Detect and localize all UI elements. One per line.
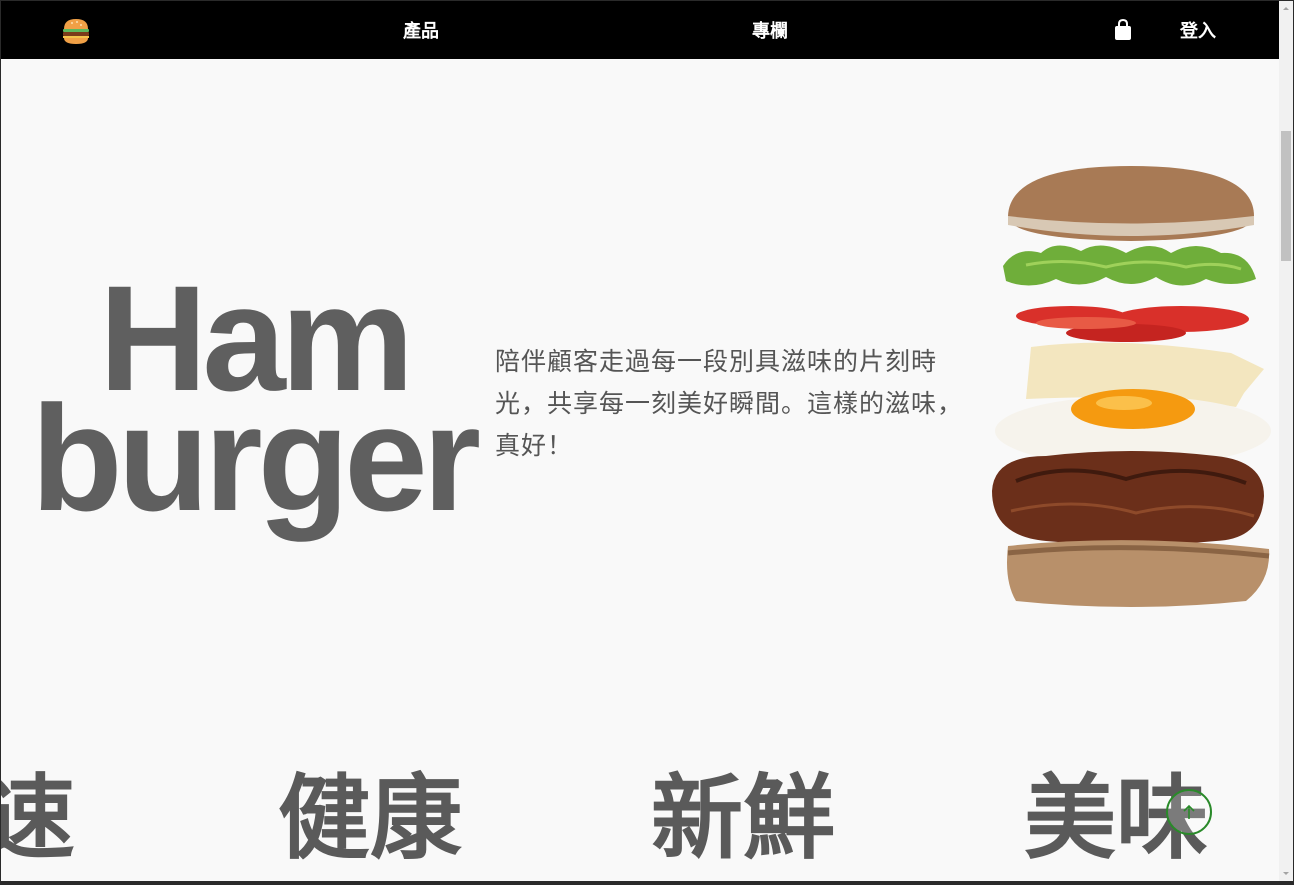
scrollbar-thumb[interactable] [1281, 131, 1291, 261]
nav-column-link[interactable]: 專欄 [752, 17, 788, 43]
hero-description: 陪伴顧客走過每一段別具滋味的片刻時光，共享每一刻美好瞬間。這樣的滋味，真好！ [495, 347, 964, 460]
marquee-word: 速 [1, 765, 76, 872]
scroll-up-arrow-icon[interactable] [1279, 1, 1293, 17]
back-to-top-button[interactable] [1166, 789, 1212, 835]
marquee-word: 健康 [278, 765, 463, 872]
vertical-scrollbar[interactable] [1279, 1, 1293, 881]
arrow-up-icon [1183, 804, 1195, 819]
feature-words-marquee: 速 健康 新鮮 美味 [1, 761, 1279, 881]
navbar: 產品 專欄 登入 [1, 1, 1279, 59]
nav-products-link[interactable]: 產品 [403, 17, 439, 43]
shopping-bag-icon[interactable] [1112, 19, 1134, 41]
exploded-hamburger-image [992, 166, 1271, 607]
hero-title-line2: burger [31, 374, 481, 542]
marquee-word: 新鮮 [651, 765, 836, 872]
hamburger-logo-icon[interactable] [61, 17, 91, 45]
nav-login-link[interactable]: 登入 [1180, 17, 1216, 43]
browser-viewport: 產品 專欄 登入 Ham burger 陪伴顧客走過每一段別具滋味的片刻時光，共… [1, 1, 1279, 881]
scroll-down-arrow-icon[interactable] [1279, 865, 1293, 881]
